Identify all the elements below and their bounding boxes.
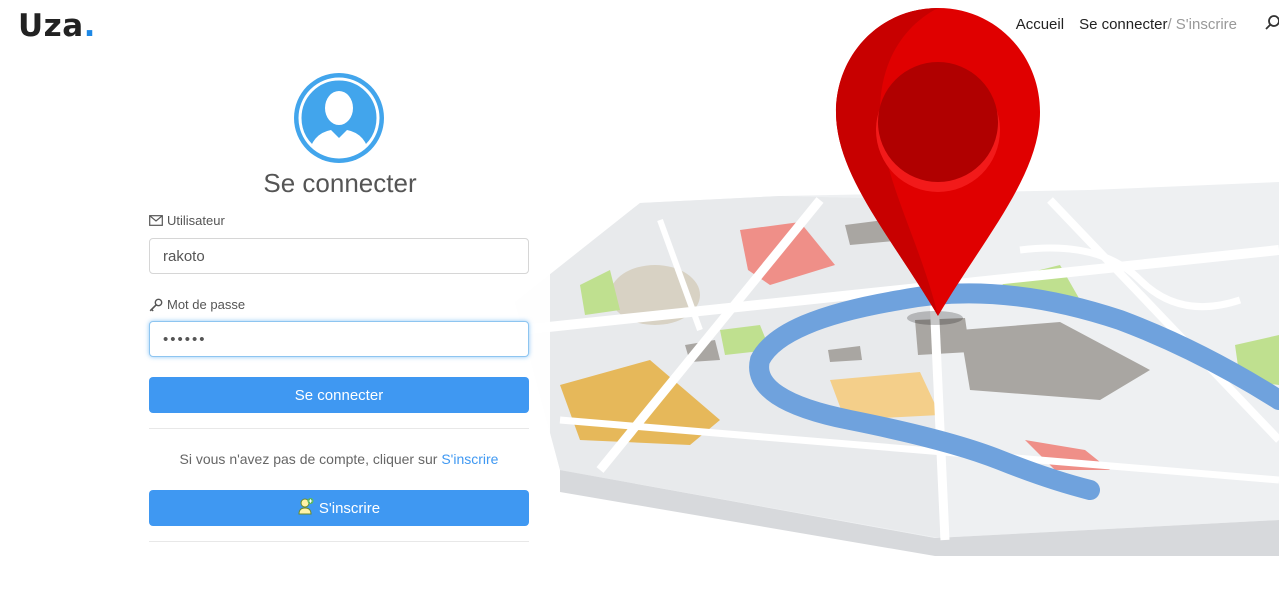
brand-dot: . [83, 8, 96, 44]
login-title: Se connecter [263, 168, 417, 198]
user-avatar-icon [293, 72, 385, 164]
username-input[interactable] [149, 238, 529, 274]
brand-logo[interactable]: Uza. [18, 8, 96, 44]
nav-link-home[interactable]: Accueil [1016, 16, 1064, 33]
password-label: Mot de passe [149, 297, 245, 312]
login-panel [0, 55, 550, 543]
key-icon [149, 298, 163, 312]
person-add-icon [298, 497, 314, 519]
username-label-text: Utilisateur [167, 213, 225, 228]
password-input[interactable] [149, 321, 529, 357]
nav-link-signup[interactable]: / S'inscrire [1167, 16, 1237, 33]
username-label: Utilisateur [149, 213, 225, 228]
password-label-text: Mot de passe [167, 297, 246, 312]
signup-link[interactable]: S'inscrire [441, 451, 498, 467]
divider [149, 428, 529, 429]
login-button[interactable]: Se connecter [149, 377, 529, 413]
signup-button[interactable]: S'inscrire [149, 490, 529, 526]
nav-link-login[interactable]: Se connecter [1079, 16, 1167, 33]
brand-name: Uza [18, 8, 84, 44]
signup-button-label: S'inscrire [318, 499, 381, 517]
search-icon[interactable] [1265, 14, 1279, 34]
envelope-icon [149, 215, 163, 226]
signup-prompt-text: Si vous n'avez pas de compte, cliquer su… [179, 451, 438, 467]
map-illustration [500, 0, 1279, 560]
top-nav: Accueil Se connecter / S'inscrire [1016, 14, 1279, 34]
signup-prompt: Si vous n'avez pas de compte, cliquer su… [149, 451, 529, 467]
divider-bottom [149, 541, 529, 542]
